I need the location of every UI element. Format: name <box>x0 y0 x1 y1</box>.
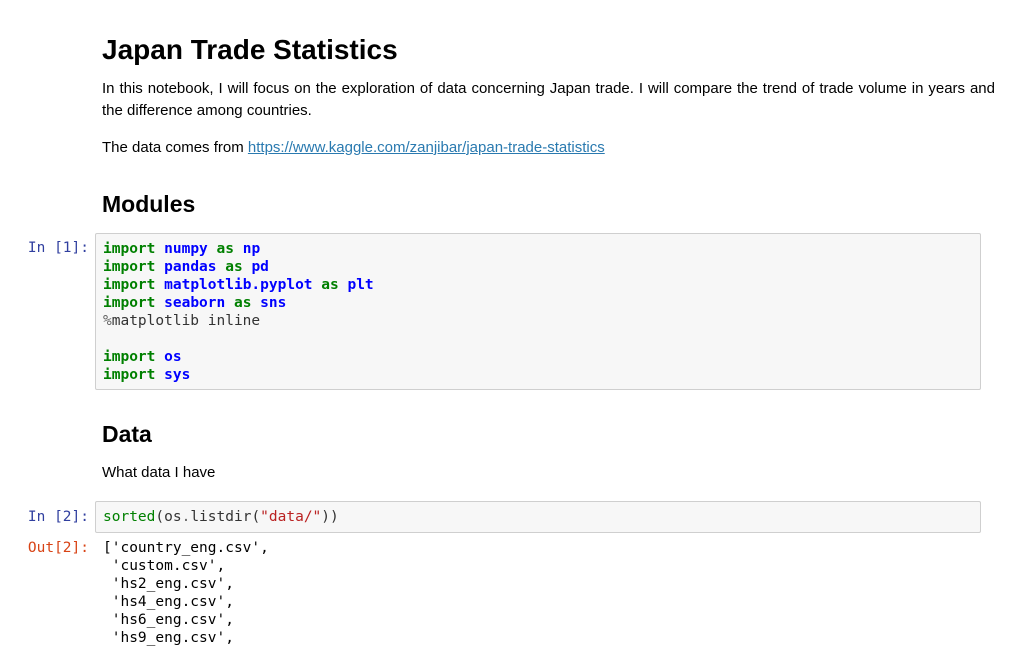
data-description: What data I have <box>102 464 216 481</box>
code-cell-2[interactable]: sorted(os.listdir("data/")) <box>95 501 981 533</box>
code-line-5: %matplotlib inline <box>103 313 261 329</box>
code-cell-1[interactable]: import numpy as np import pandas as pd i… <box>95 233 981 390</box>
output-line: 'hs6_eng.csv', <box>103 612 234 628</box>
source-prefix: The data comes from <box>102 139 248 156</box>
data-heading: Data <box>102 421 152 447</box>
source-link[interactable]: https://www.kaggle.com/zanjibar/japan-tr… <box>248 139 605 156</box>
output-line: 'custom.csv', <box>103 558 226 574</box>
code-line-3: import matplotlib.pyplot as plt <box>103 277 374 293</box>
code-line-2: import pandas as pd <box>103 259 269 275</box>
source-paragraph: The data comes from https://www.kaggle.c… <box>102 137 995 159</box>
cell-1-in-prompt: In [1]: <box>27 240 89 256</box>
code-line-4: import seaborn as sns <box>103 295 287 311</box>
cell-2-in-prompt: In [2]: <box>27 509 89 525</box>
output-line: 'hs2_eng.csv', <box>103 576 234 592</box>
source-paragraph-block: The data comes from https://www.kaggle.c… <box>102 137 995 159</box>
code-cell-1-source: import numpy as np import pandas as pd i… <box>103 240 973 384</box>
code-line-8: import sys <box>103 367 191 383</box>
page-title: Japan Trade Statistics <box>102 34 398 65</box>
modules-heading-block: Modules <box>102 190 995 218</box>
output-line: 'hs9_eng.csv', <box>103 630 234 646</box>
modules-heading: Modules <box>102 191 196 217</box>
output-line: ['country_eng.csv', <box>103 540 269 556</box>
notebook-title-block: Japan Trade Statistics <box>102 34 995 66</box>
intro-paragraph-block: In this notebook, I will focus on the ex… <box>102 78 995 122</box>
data-heading-block: Data <box>102 420 995 448</box>
code-line-7: import os <box>103 349 182 365</box>
output-line: 'hs4_eng.csv', <box>103 594 234 610</box>
cell-2-out-prompt: Out[2]: <box>27 540 89 556</box>
code-cell-2-source: sorted(os.listdir("data/")) <box>103 509 339 525</box>
data-description-block: What data I have <box>102 462 995 484</box>
intro-paragraph: In this notebook, I will focus on the ex… <box>102 80 995 119</box>
cell-2-output: ['country_eng.csv', 'custom.csv', 'hs2_e… <box>103 539 269 647</box>
code-line-1: import numpy as np <box>103 241 261 257</box>
